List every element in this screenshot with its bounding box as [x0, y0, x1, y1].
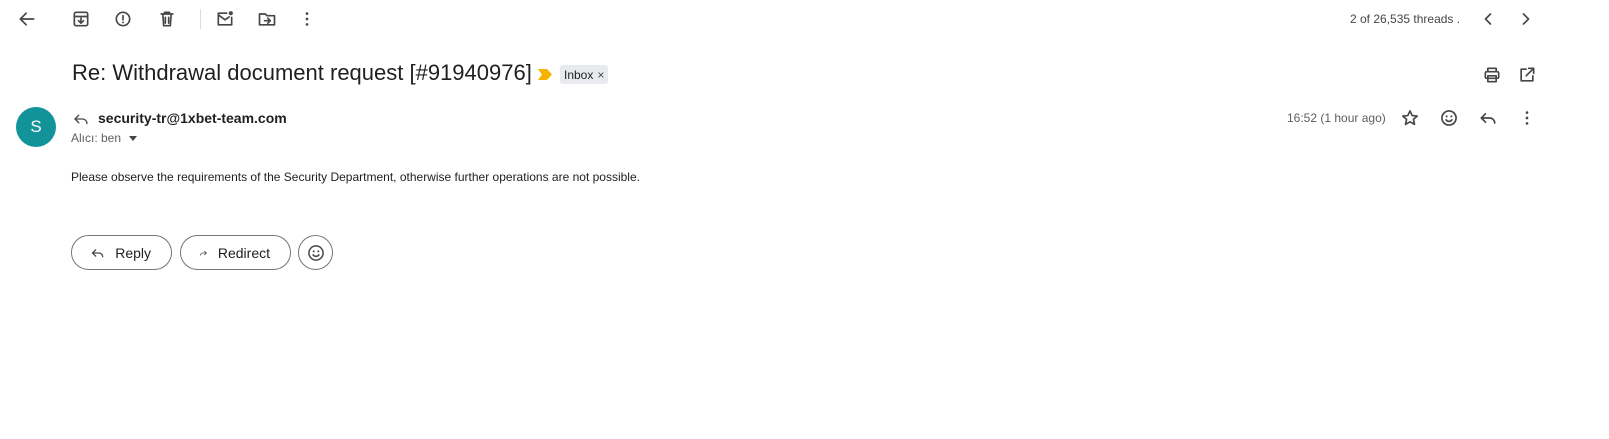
emoji-icon — [307, 244, 324, 261]
print-icon — [1484, 67, 1500, 83]
more-vert-icon — [305, 12, 309, 26]
caret-down-icon — [129, 136, 138, 141]
importance-marker-icon[interactable] — [538, 69, 552, 80]
chevron-right-icon — [1522, 13, 1530, 25]
report-spam-icon — [115, 11, 131, 27]
older-thread-button[interactable] — [1512, 5, 1540, 33]
thread-count: 2 of 26,535 threads . — [1350, 12, 1461, 26]
reply-button-label: Reply — [115, 244, 151, 261]
sender-email[interactable]: security-tr@1xbet-team.com — [98, 110, 287, 126]
recipient-label: Alıcı: ben — [71, 131, 122, 145]
sender-avatar[interactable]: S — [16, 107, 56, 147]
reply-button[interactable]: Reply — [71, 235, 172, 270]
newer-thread-button[interactable] — [1474, 5, 1502, 33]
arrow-left-icon — [19, 12, 35, 26]
emoji-reaction-button[interactable] — [298, 235, 333, 270]
redirect-button-label: Redirect — [217, 244, 270, 261]
label-chip-inbox: Inbox × — [560, 65, 609, 84]
label-chip-text: Inbox — [564, 67, 594, 82]
recipient-details-toggle[interactable]: Alıcı: ben — [71, 131, 138, 145]
trash-icon — [160, 11, 174, 27]
open-in-new-icon — [1520, 67, 1535, 82]
email-body: Please observe the requirements of the S… — [71, 170, 640, 184]
email-subject: Re: Withdrawal document request [#919409… — [72, 60, 532, 85]
redirect-button[interactable]: Redirect — [180, 235, 291, 270]
back-button[interactable] — [13, 5, 41, 33]
report-spam-button[interactable] — [109, 5, 137, 33]
forward-icon — [200, 250, 207, 256]
mark-unread-icon — [217, 11, 233, 26]
delete-button[interactable] — [153, 5, 181, 33]
more-vert-icon — [1525, 111, 1529, 125]
star-button[interactable] — [1396, 104, 1424, 132]
more-options-button[interactable] — [293, 5, 321, 33]
archive-icon — [73, 11, 89, 27]
reply-button-header[interactable] — [1474, 104, 1502, 132]
toolbar-divider — [200, 9, 201, 29]
move-to-button[interactable] — [253, 5, 281, 33]
print-button[interactable] — [1478, 61, 1506, 89]
replied-indicator — [72, 110, 90, 128]
message-more-options-button[interactable] — [1513, 104, 1541, 132]
move-to-folder-icon — [258, 13, 276, 26]
reply-icon — [1480, 113, 1496, 124]
chevron-left-icon — [1484, 13, 1492, 25]
reply-icon — [74, 114, 88, 125]
message-timestamp: 16:52 (1 hour ago) — [1287, 111, 1386, 125]
open-in-new-window-button[interactable] — [1513, 61, 1541, 89]
remove-label-button[interactable]: × — [597, 68, 604, 82]
archive-button[interactable] — [67, 5, 95, 33]
emoji-icon — [1441, 110, 1457, 126]
mark-unread-button[interactable] — [211, 5, 239, 33]
add-reaction-button[interactable] — [1435, 104, 1463, 132]
star-icon — [1402, 110, 1418, 126]
reply-icon — [91, 248, 104, 257]
